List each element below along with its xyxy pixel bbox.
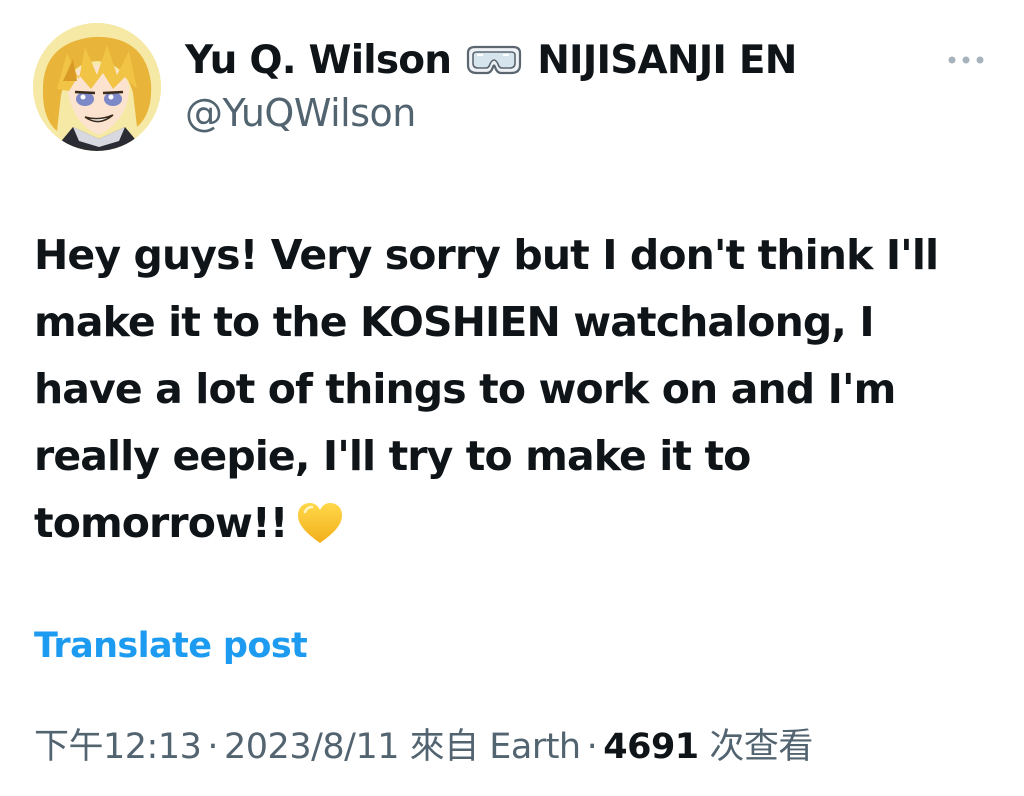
author-display-name[interactable]: Yu Q. Wilson	[185, 38, 452, 83]
author-name-row[interactable]: Yu Q. Wilson NIJISANJI EN	[185, 36, 797, 84]
views-label: 次查看	[709, 727, 813, 767]
more-options-button[interactable]	[940, 44, 992, 76]
more-options-icon	[948, 56, 984, 64]
author-affiliation: NIJISANJI EN	[537, 37, 797, 83]
tweet-text-container: Hey guys! Very sorry but I don't think I…	[34, 222, 994, 557]
author-handle[interactable]: @YuQWilson	[185, 91, 416, 135]
avatar-image	[33, 23, 161, 151]
translate-post-link[interactable]: Translate post	[34, 626, 308, 666]
tweet-time[interactable]: 下午12:13	[34, 727, 202, 767]
tweet-meta: 下午12:13 · 2023/8/11 來自 Earth · 4691 次查看	[34, 718, 813, 769]
tweet-text: Hey guys! Very sorry but I don't think I…	[34, 231, 939, 547]
views-count[interactable]: 4691	[603, 727, 699, 767]
avatar[interactable]	[33, 23, 161, 151]
yellow-heart-icon	[296, 498, 344, 543]
goggles-icon	[465, 43, 523, 77]
tweet-date[interactable]: 2023/8/11	[224, 727, 399, 767]
tweet-source: 來自 Earth	[409, 727, 581, 767]
meta-separator: ·	[207, 727, 219, 767]
meta-separator: ·	[586, 727, 598, 767]
